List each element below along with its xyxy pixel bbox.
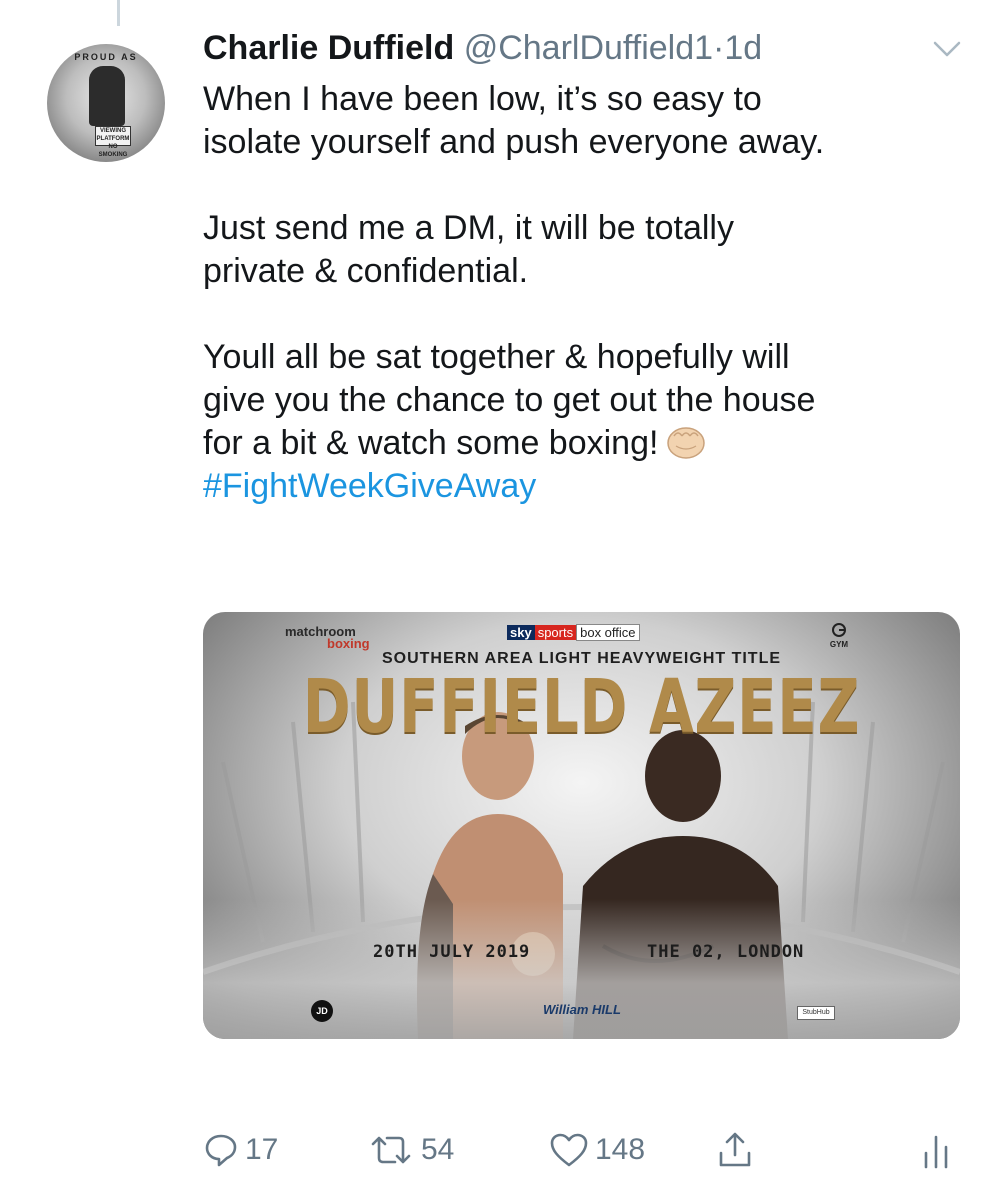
share-button[interactable] (717, 1128, 753, 1172)
retweet-button[interactable]: 54 (367, 1128, 454, 1172)
tweet-line: private & confidential. (203, 252, 529, 290)
retweet-icon (371, 1136, 411, 1164)
promoter-logo: matchroom boxing (285, 624, 370, 651)
tweet-line: Youll all be sat together & hopefully wi… (203, 338, 790, 376)
like-button[interactable]: 148 (549, 1128, 645, 1172)
reply-button[interactable]: 17 (203, 1128, 278, 1172)
broadcaster-logo: sky sports box office (507, 624, 640, 642)
reply-count: 17 (245, 1133, 279, 1166)
tweet-line: for a bit & watch some boxing! (203, 424, 659, 462)
poster-date: 20TH JULY 2019 (373, 942, 531, 962)
separator-dot: · (713, 29, 725, 67)
tweet-header: Charlie Duffield @CharlDuffield1·1d (203, 26, 903, 70)
tweet-line: give you the chance to get out the house (203, 381, 816, 419)
author-name[interactable]: Charlie Duffield (203, 29, 454, 67)
avatar[interactable]: PROUD AS VIEWING PLATFORM NO SMOKING (47, 44, 165, 162)
sponsor-logo: William HILL (543, 1002, 621, 1017)
ticket-partner-logo: StubHub (797, 1006, 835, 1020)
poster-fighter-names: DUFFIELD AZEEZ (302, 664, 861, 750)
thread-connector-line (117, 0, 120, 26)
tweet-line: isolate yourself and push everyone away. (203, 123, 825, 161)
avatar-caption: PROUD AS (74, 52, 138, 62)
tweet-line-with-emoji: for a bit & watch some boxing! (203, 422, 973, 465)
retweet-count: 54 (421, 1133, 455, 1166)
poster-venue: THE 02, LONDON (647, 942, 805, 962)
like-count: 148 (595, 1133, 646, 1166)
tweet-line: When I have been low, it’s so easy to (203, 80, 762, 118)
author-handle[interactable]: @CharlDuffield1 (464, 29, 713, 67)
hashtag-link[interactable]: #FightWeekGiveAway (203, 465, 973, 508)
chevron-down-icon[interactable] (932, 38, 962, 60)
jd-logo: JD (311, 1000, 333, 1022)
tweet-line: Just send me a DM, it will be totally (203, 209, 734, 247)
avatar-sign: VIEWING PLATFORM NO SMOKING (95, 126, 131, 158)
tweet-timestamp[interactable]: 1d (724, 29, 762, 67)
fight-poster-image[interactable]: matchroom boxing sky sports box office GYM… (203, 612, 960, 1039)
heart-icon (550, 1133, 588, 1167)
gym-logo: GYM (825, 622, 853, 649)
share-icon (719, 1132, 751, 1167)
avatar-person (89, 66, 125, 126)
analytics-icon (924, 1135, 948, 1169)
fist-bump-emoji (664, 424, 708, 460)
analytics-button[interactable] (921, 1128, 951, 1172)
tweet-actions-bar: 17 54 148 (203, 1128, 963, 1172)
tweet-body: When I have been low, it’s so easy to is… (203, 78, 973, 508)
reply-icon (205, 1134, 237, 1167)
